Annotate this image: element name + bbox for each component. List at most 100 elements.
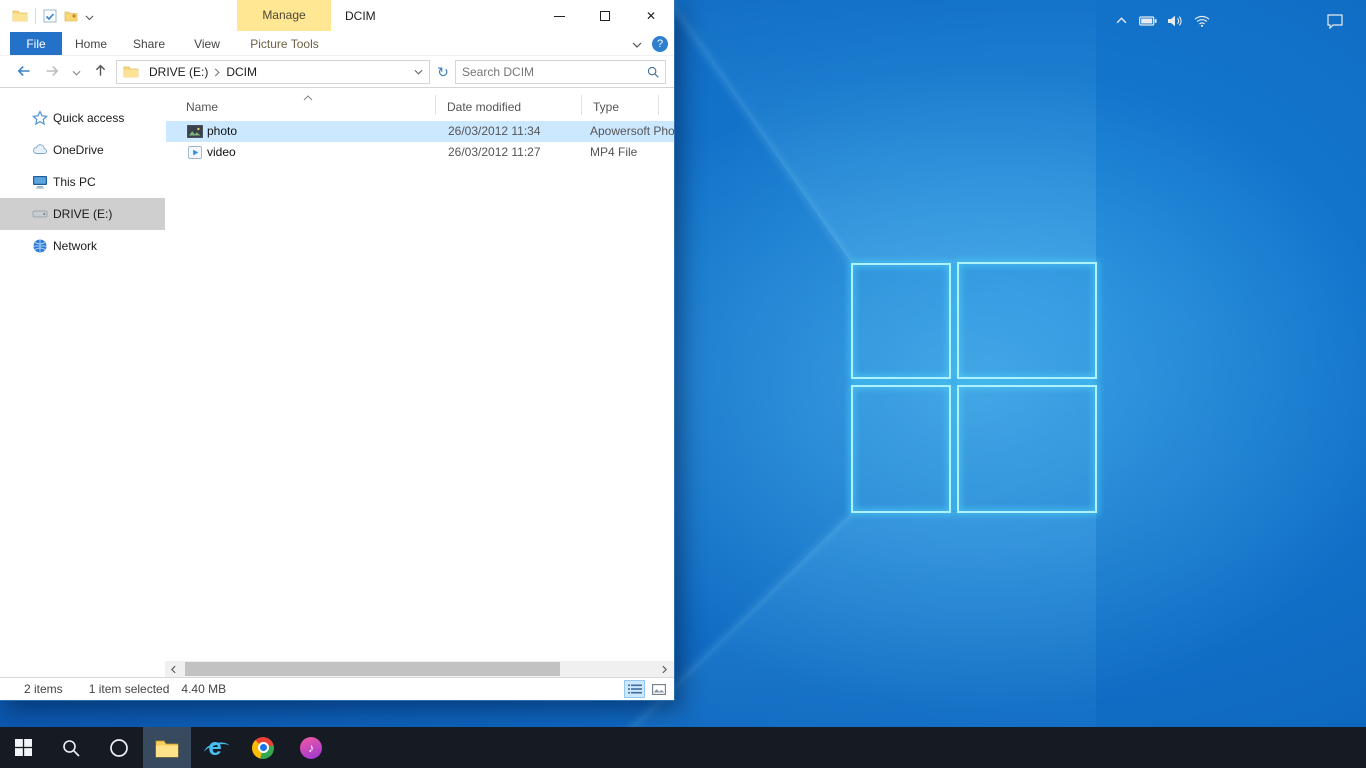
- sidebar-item-label: Network: [53, 239, 97, 253]
- itunes-icon: [300, 737, 322, 759]
- screen: Manage DCIM File Home Share View Picture…: [0, 0, 1366, 768]
- action-center-button[interactable]: [1320, 0, 1350, 41]
- tab-picture-tools[interactable]: Picture Tools: [237, 32, 332, 55]
- taskbar-search-button[interactable]: [47, 727, 95, 768]
- breadcrumb-drive[interactable]: DRIVE (E:): [143, 65, 214, 79]
- search-icon[interactable]: [641, 65, 665, 79]
- close-button[interactable]: [628, 0, 674, 32]
- tab-file[interactable]: File: [10, 32, 62, 55]
- refresh-button[interactable]: [432, 60, 454, 84]
- quick-access-toolbar: [12, 0, 99, 32]
- maximize-icon: [600, 11, 610, 21]
- sidebar-item-drive-e[interactable]: DRIVE (E:): [0, 198, 165, 230]
- properties-icon[interactable]: [43, 9, 57, 23]
- taskbar-internet-explorer-button[interactable]: e: [191, 727, 239, 768]
- column-divider[interactable]: [435, 95, 436, 115]
- search-input[interactable]: [456, 65, 641, 79]
- column-header-type[interactable]: Type: [593, 100, 619, 114]
- file-date-modified: 26/03/2012 11:27: [448, 145, 541, 159]
- tab-home[interactable]: Home: [62, 32, 120, 55]
- sort-ascending-icon[interactable]: [303, 90, 313, 104]
- scroll-right-arrow-icon[interactable]: [656, 661, 673, 677]
- status-bar: 2 items 1 item selected 4.40 MB: [0, 677, 674, 700]
- taskbar-chrome-button[interactable]: [239, 727, 287, 768]
- sidebar-item-quick-access[interactable]: Quick access: [0, 102, 165, 134]
- ribbon-tab-strip: File Home Share View Picture Tools: [0, 32, 674, 56]
- toolbar-separator: [35, 8, 36, 24]
- back-button[interactable]: [16, 63, 32, 82]
- new-folder-icon[interactable]: [64, 9, 78, 23]
- system-tray: [1112, 0, 1211, 41]
- selection-size: 4.40 MB: [181, 682, 226, 696]
- address-bar-row: DRIVE (E:) DCIM: [0, 56, 674, 88]
- cortana-button[interactable]: [95, 727, 143, 768]
- horizontal-scrollbar[interactable]: [165, 661, 674, 677]
- photo-file-icon: [187, 124, 203, 139]
- file-type: MP4 File: [590, 145, 674, 159]
- taskbar-itunes-button[interactable]: [287, 727, 335, 768]
- battery-icon[interactable]: [1139, 0, 1157, 41]
- search-box: [455, 60, 666, 84]
- expand-ribbon-chevron-icon[interactable]: [632, 37, 642, 51]
- details-view-button[interactable]: [624, 680, 645, 698]
- scroll-left-arrow-icon[interactable]: [165, 661, 182, 677]
- sidebar-item-network[interactable]: Network: [0, 230, 165, 262]
- chrome-icon: [252, 737, 274, 759]
- up-button[interactable]: [93, 63, 108, 81]
- help-button[interactable]: ?: [652, 36, 668, 52]
- file-row-video[interactable]: video 26/03/2012 11:27 MP4 File: [166, 142, 674, 163]
- tab-view[interactable]: View: [178, 32, 236, 55]
- scrollbar-thumb[interactable]: [185, 662, 560, 676]
- file-explorer-window: Manage DCIM File Home Share View Picture…: [0, 0, 675, 701]
- selection-count: 1 item selected: [89, 682, 170, 696]
- cortana-circle-icon: [109, 738, 129, 758]
- sidebar-item-label: OneDrive: [53, 143, 104, 157]
- sidebar-item-label: DRIVE (E:): [53, 207, 112, 221]
- large-icons-view-button[interactable]: [648, 680, 669, 698]
- speaker-icon[interactable]: [1166, 0, 1184, 41]
- address-folder-icon: [123, 64, 139, 80]
- tray-chevron-up-icon[interactable]: [1112, 0, 1130, 41]
- recent-locations-chevron-icon[interactable]: [72, 65, 81, 79]
- explorer-folder-icon[interactable]: [12, 8, 28, 24]
- taskbar: e: [0, 727, 1366, 768]
- maximize-button[interactable]: [582, 0, 628, 32]
- column-header-date-modified[interactable]: Date modified: [447, 100, 521, 114]
- file-name: photo: [207, 124, 237, 138]
- ribbon-context-group-manage[interactable]: Manage: [237, 0, 331, 31]
- network-wifi-icon[interactable]: [1193, 0, 1211, 41]
- sidebar-item-label: Quick access: [53, 111, 124, 125]
- tab-share[interactable]: Share: [120, 32, 178, 55]
- file-row-photo[interactable]: photo 26/03/2012 11:34 Apowersoft Pho: [166, 121, 674, 142]
- windows-logo-icon: [15, 739, 32, 756]
- title-bar[interactable]: Manage DCIM: [0, 0, 674, 32]
- taskbar-file-explorer-button[interactable]: [143, 727, 191, 768]
- column-headers: Name Date modified Type: [165, 88, 674, 121]
- start-button[interactable]: [0, 727, 47, 768]
- sidebar-item-onedrive[interactable]: OneDrive: [0, 134, 165, 166]
- breadcrumb-folder[interactable]: DCIM: [220, 65, 263, 79]
- column-header-name[interactable]: Name: [186, 100, 218, 114]
- cloud-icon: [32, 142, 48, 158]
- address-box[interactable]: DRIVE (E:) DCIM: [116, 60, 430, 84]
- file-date-modified: 26/03/2012 11:34: [448, 124, 541, 138]
- column-divider[interactable]: [658, 95, 659, 115]
- monitor-icon: [32, 174, 48, 190]
- close-icon: [646, 9, 656, 23]
- file-name: video: [207, 145, 236, 159]
- action-center-icon: [1326, 13, 1344, 29]
- star-icon: [32, 110, 48, 126]
- minimize-button[interactable]: [536, 0, 582, 32]
- sidebar-item-label: This PC: [53, 175, 96, 189]
- view-toggle-buttons: [624, 680, 669, 698]
- column-divider[interactable]: [581, 95, 582, 115]
- search-icon: [61, 738, 81, 758]
- navigation-buttons: [16, 56, 108, 88]
- forward-button[interactable]: [44, 63, 60, 82]
- customize-toolbar-chevron-icon[interactable]: [85, 9, 99, 23]
- minimize-icon: [554, 16, 565, 17]
- video-file-icon: [187, 145, 203, 160]
- sidebar-item-this-pc[interactable]: This PC: [0, 166, 165, 198]
- ribbon-right-controls: ?: [632, 32, 668, 56]
- address-dropdown-chevron-icon[interactable]: [407, 69, 429, 75]
